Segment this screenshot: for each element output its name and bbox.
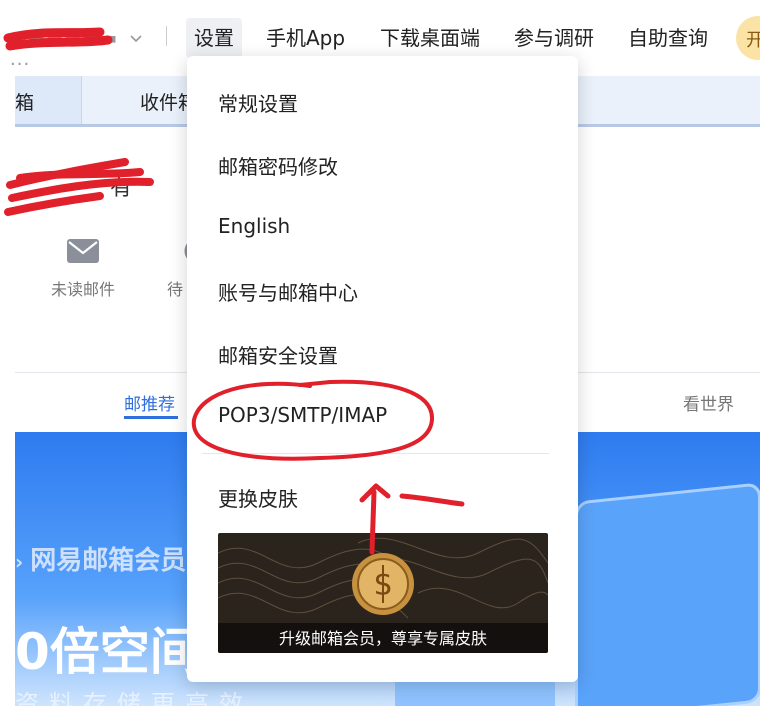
feed-tab-active-indicator bbox=[124, 416, 178, 419]
menu-change-password[interactable]: 邮箱密码修改 bbox=[218, 151, 338, 180]
settings-dropdown-menu: 常规设置 邮箱密码修改 English 账号与邮箱中心 邮箱安全设置 POP3/… bbox=[187, 56, 578, 682]
nav-settings[interactable]: 设置 bbox=[194, 22, 234, 51]
account-switcher[interactable]: ▬▬▬▬▬▬ ... bbox=[4, 18, 144, 70]
nav-mobile-app[interactable]: 手机App bbox=[266, 22, 345, 51]
banner-decoration bbox=[575, 482, 760, 706]
quick-unread-label: 未读邮件 bbox=[50, 280, 115, 299]
mail-icon bbox=[66, 238, 100, 264]
menu-account-center[interactable]: 账号与邮箱中心 bbox=[218, 277, 358, 306]
greeting-text: _ , 有 bbox=[78, 176, 132, 201]
skin-promo-card[interactable]: S 升级邮箱会员，尊享专属皮肤 bbox=[218, 533, 548, 653]
quick-pending[interactable]: 待 bbox=[150, 238, 196, 300]
nav-divider bbox=[166, 26, 167, 46]
tab-inbox-label: 箱 bbox=[15, 92, 35, 114]
avatar[interactable]: 开 bbox=[736, 16, 760, 60]
nav-survey[interactable]: 参与调研 bbox=[514, 22, 594, 51]
menu-divider bbox=[202, 453, 549, 454]
banner-brand: › 网易邮箱会员 bbox=[15, 546, 187, 576]
banner-subline: 资料存储更高效 bbox=[15, 690, 253, 706]
tab-inbox[interactable]: 箱 bbox=[15, 76, 82, 124]
feed-tab-world[interactable]: 看世界 bbox=[683, 390, 734, 415]
avatar-char: 开 bbox=[746, 30, 760, 51]
feed-tab-recommend[interactable]: 邮推荐 bbox=[124, 390, 175, 415]
nav-download-desktop[interactable]: 下载桌面端 bbox=[380, 22, 480, 51]
menu-security-settings[interactable]: 邮箱安全设置 bbox=[218, 340, 338, 369]
account-name: ▬▬▬▬▬▬ ... bbox=[10, 28, 119, 70]
menu-change-skin[interactable]: 更换皮肤 bbox=[218, 483, 298, 512]
chevron-down-icon bbox=[128, 30, 144, 50]
dollar-badge-icon: S bbox=[352, 553, 414, 615]
quick-unread-mail[interactable]: 未读邮件 bbox=[38, 238, 128, 300]
skin-caption: 升级邮箱会员，尊享专属皮肤 bbox=[278, 629, 487, 648]
menu-english[interactable]: English bbox=[218, 214, 290, 238]
banner-headline: 0倍空间 bbox=[15, 623, 200, 681]
menu-pop3-smtp-imap[interactable]: POP3/SMTP/IMAP bbox=[218, 403, 387, 427]
nav-self-service[interactable]: 自助查询 bbox=[628, 22, 708, 51]
menu-general-settings[interactable]: 常规设置 bbox=[218, 88, 298, 117]
